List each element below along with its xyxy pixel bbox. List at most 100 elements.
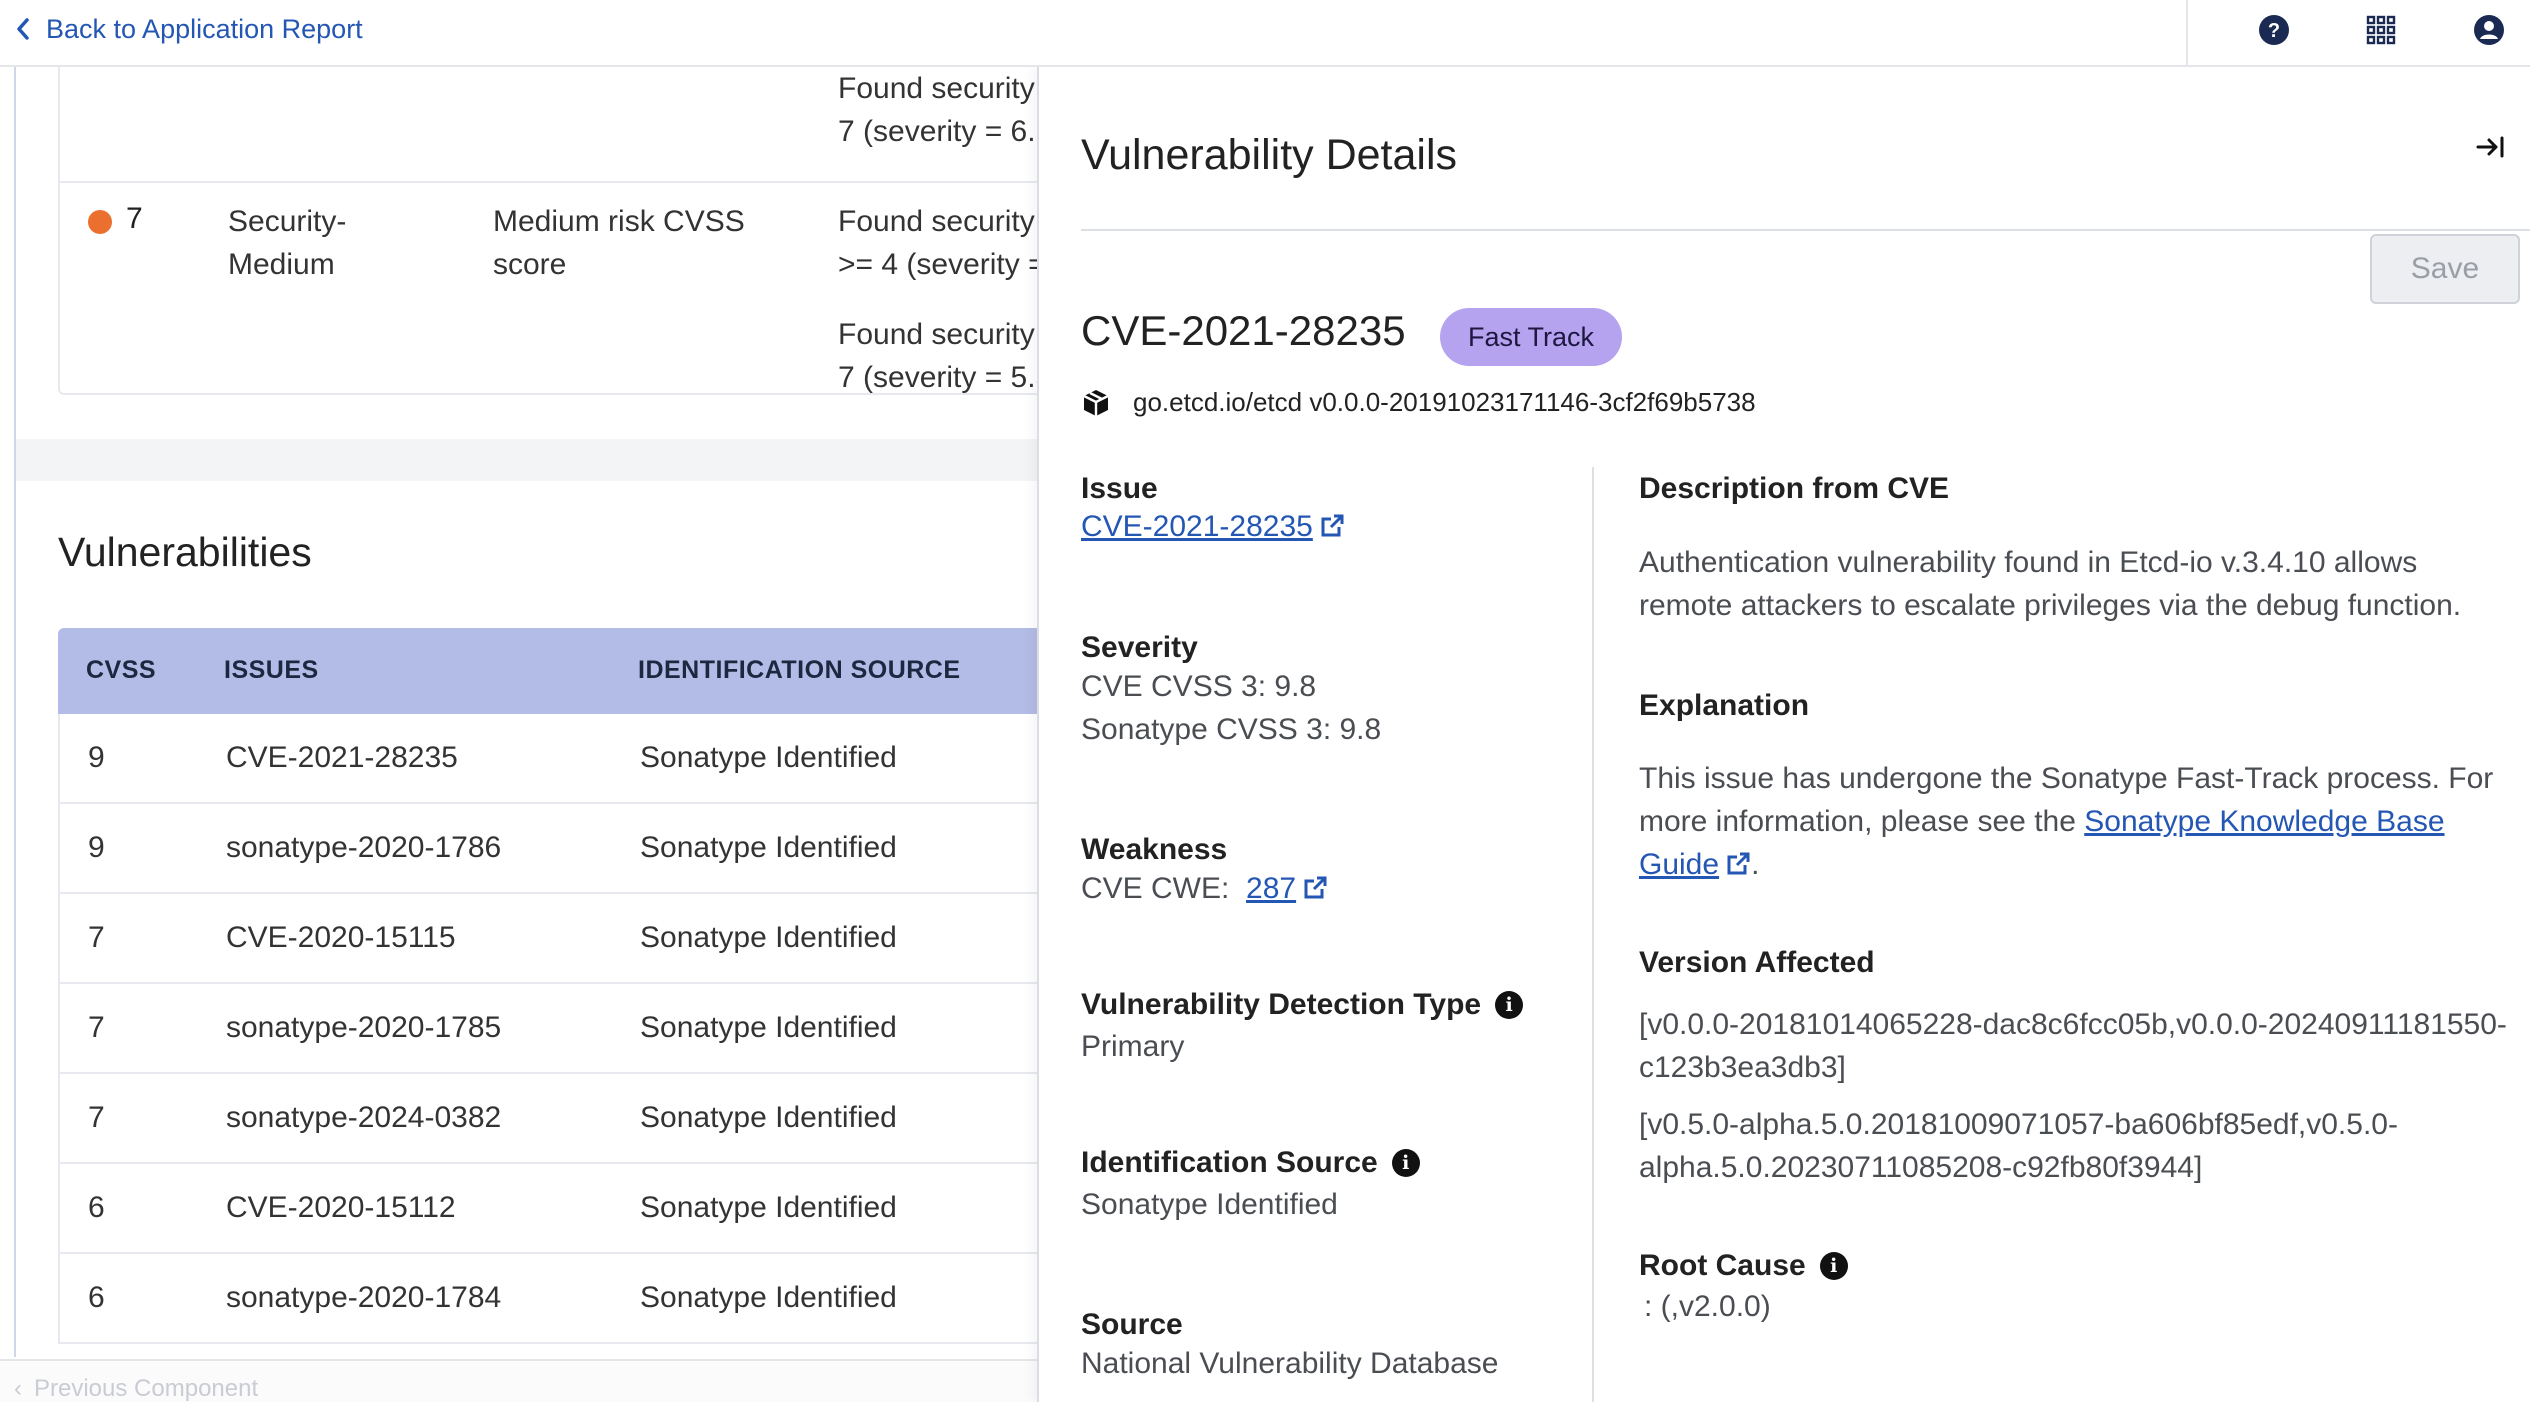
- condition-text: Found security: [838, 318, 1035, 351]
- source-cell: Sonatype Identified: [640, 1101, 897, 1134]
- version-affected-heading: Version Affected: [1639, 946, 1875, 979]
- table-row[interactable]: 7 sonatype-2020-1785 Sonatype Identified: [58, 984, 1037, 1074]
- issue-cell: sonatype-2020-1784: [226, 1281, 502, 1314]
- version-range: [v0.5.0-alpha.5.0.20181009071057-ba606bf…: [1639, 1108, 2398, 1141]
- issue-cell: CVE-2020-15115: [226, 921, 456, 954]
- previous-component-button[interactable]: ‹ Previous Component: [14, 1375, 258, 1402]
- cvss-cell: 9: [88, 741, 105, 774]
- cvss-cell: 7: [88, 921, 105, 954]
- title-divider: [1081, 229, 2530, 231]
- table-row[interactable]: 6 CVE-2020-15112 Sonatype Identified: [58, 1164, 1037, 1254]
- info-icon[interactable]: i: [1391, 1149, 1420, 1177]
- cvss-cell: 6: [88, 1281, 105, 1314]
- previous-component-label: Previous Component: [34, 1375, 259, 1402]
- component-name: go.etcd.io/etcd v0.0.0-20191023171146-3c…: [1133, 387, 1756, 417]
- fast-track-badge: Fast Track: [1440, 308, 1623, 366]
- topbar-divider: [2186, 0, 2188, 65]
- back-to-report-link[interactable]: Back to Application Report: [14, 11, 363, 47]
- left-rail: [14, 67, 16, 1357]
- column-header-issues[interactable]: ISSUES: [224, 656, 319, 685]
- condition-text: 7 (severity = 6.5: [838, 115, 1037, 148]
- source-cell: Sonatype Identified: [640, 741, 897, 774]
- table-row[interactable]: 7 sonatype-2024-0382 Sonatype Identified: [58, 1074, 1037, 1164]
- policy-name: Security-: [228, 205, 347, 238]
- detection-type-label: Vulnerability Detection Type: [1081, 988, 1482, 1021]
- cwe-link[interactable]: 287: [1246, 872, 1296, 905]
- collapse-right-icon: [2476, 136, 2504, 158]
- column-header-identification-source[interactable]: IDENTIFICATION SOURCE: [638, 656, 961, 685]
- explanation-text: more information, please see the Sonatyp…: [1639, 800, 2445, 843]
- version-range: c123b3ea3db3]: [1639, 1051, 1846, 1084]
- svg-text:?: ?: [2268, 20, 2280, 42]
- detection-type-heading: Vulnerability Detection Type i: [1081, 988, 1524, 1022]
- cvss-cell: 9: [88, 831, 105, 864]
- cve-cvss-score: CVE CVSS 3: 9.8: [1081, 670, 1317, 703]
- cvss-cell: 7: [88, 1101, 105, 1134]
- policy-name: Medium: [228, 248, 335, 281]
- issue-cell: sonatype-2024-0382: [226, 1101, 502, 1134]
- issue-heading: Issue: [1081, 472, 1158, 505]
- knowledge-base-link[interactable]: Sonatype Knowledge Base: [2084, 805, 2444, 838]
- info-icon[interactable]: i: [1819, 1252, 1848, 1280]
- constraint-name: score: [493, 248, 567, 281]
- cvss-cell: 7: [88, 1011, 105, 1044]
- sonatype-cvss-score: Sonatype CVSS 3: 9.8: [1081, 713, 1382, 746]
- root-cause-heading: Root Cause i: [1639, 1249, 1848, 1283]
- info-icon[interactable]: i: [1495, 991, 1524, 1019]
- cve-link[interactable]: CVE-2021-28235: [1081, 510, 1313, 543]
- explanation-suffix: .: [1751, 848, 1760, 881]
- source-cell: Sonatype Identified: [640, 831, 897, 864]
- root-cause-value: : (,v2.0.0): [1644, 1290, 1771, 1323]
- section-separator: [16, 439, 1037, 481]
- explanation-text-prefix: more information, please see the: [1639, 805, 2085, 838]
- vulnerability-details-panel: Vulnerability Details Save CVE-2021-2823…: [1037, 67, 2530, 1402]
- source-heading: Source: [1081, 1308, 1183, 1341]
- description-heading: Description from CVE: [1639, 472, 1950, 505]
- account-icon[interactable]: [2471, 12, 2507, 48]
- top-bar: Back to Application Report ?: [0, 0, 2530, 67]
- back-link-label: Back to Application Report: [46, 13, 363, 44]
- knowledge-base-link-guide[interactable]: Guide: [1639, 848, 1719, 881]
- external-link-icon: [1727, 852, 1750, 875]
- panel-title: Vulnerability Details: [1081, 131, 1458, 179]
- description-text: remote attackers to escalate privileges …: [1639, 589, 2462, 622]
- condition-text: 7 (severity = 5.3: [838, 361, 1037, 394]
- condition-text: Found security: [838, 205, 1035, 238]
- table-row[interactable]: 9 CVE-2021-28235 Sonatype Identified: [58, 714, 1037, 804]
- column-divider: [1592, 467, 1594, 1402]
- detection-type-value: Primary: [1081, 1030, 1185, 1063]
- help-icon[interactable]: ?: [2256, 12, 2292, 48]
- apps-grid-icon[interactable]: [2363, 12, 2399, 48]
- collapse-panel-button[interactable]: [2471, 129, 2511, 165]
- issue-cell: CVE-2021-28235: [226, 741, 458, 774]
- chevron-left-icon: [17, 18, 29, 40]
- version-range: [v0.0.0-20181014065228-dac8c6fcc05b,v0.0…: [1639, 1008, 2507, 1041]
- table-header: CVSS ISSUES IDENTIFICATION SOURCE: [58, 628, 1037, 714]
- component-identifier: go.etcd.io/etcd v0.0.0-20191023171146-3c…: [1081, 387, 1756, 418]
- weakness-heading: Weakness: [1081, 833, 1228, 866]
- column-header-cvss[interactable]: CVSS: [86, 656, 156, 685]
- chevron-left-icon: ‹: [14, 1375, 22, 1402]
- external-link-icon: [1321, 514, 1344, 537]
- explanation-heading: Explanation: [1639, 689, 1810, 722]
- identification-source-label: Identification Source: [1081, 1146, 1378, 1179]
- table-row[interactable]: 6 sonatype-2020-1784 Sonatype Identified: [58, 1254, 1037, 1344]
- threat-level: 7: [126, 202, 143, 235]
- severity-heading: Severity: [1081, 631, 1198, 664]
- constraint-name: Medium risk CVSS: [493, 205, 745, 238]
- weakness-value: CVE CWE: 287: [1081, 867, 1328, 910]
- source-cell: Sonatype Identified: [640, 1191, 897, 1224]
- version-range: alpha.5.0.20230711085208-c92fb80f3944]: [1639, 1151, 2203, 1184]
- identification-source-value: Sonatype Identified: [1081, 1188, 1338, 1221]
- threat-level-dot: [88, 210, 112, 234]
- vulnerabilities-table: CVSS ISSUES IDENTIFICATION SOURCE 9 CVE-…: [58, 628, 1037, 1344]
- description-text: Authentication vulnerability found in Et…: [1639, 546, 2418, 579]
- package-icon: [1083, 389, 1109, 416]
- save-button[interactable]: Save: [2370, 234, 2520, 304]
- table-row[interactable]: 7 CVE-2020-15115 Sonatype Identified: [58, 894, 1037, 984]
- source-cell: Sonatype Identified: [640, 1011, 897, 1044]
- condition-text: >= 4 (severity =: [838, 248, 1037, 281]
- root-cause-label: Root Cause: [1639, 1249, 1806, 1282]
- table-row[interactable]: 9 sonatype-2020-1786 Sonatype Identified: [58, 804, 1037, 894]
- external-link-icon: [1304, 876, 1327, 899]
